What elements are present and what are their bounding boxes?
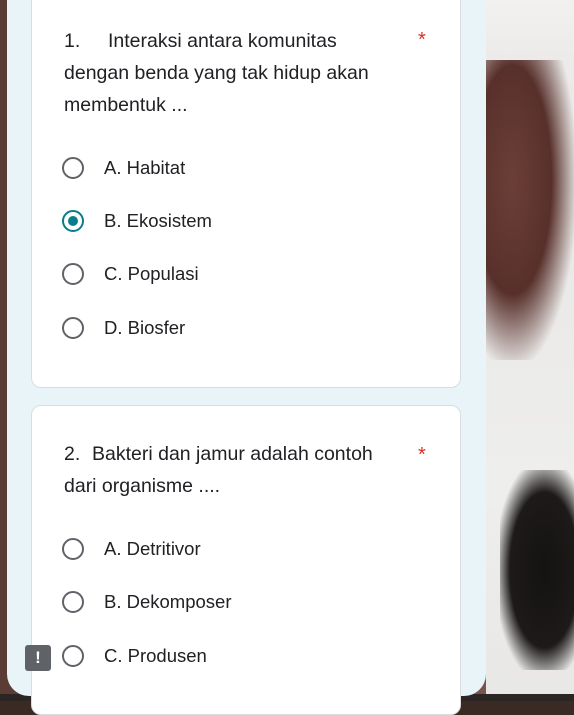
option-label: C. Populasi — [104, 263, 199, 284]
question-card-1: 1. Interaksi antara komunitas dengan bend… — [31, 0, 461, 388]
question-2-number: 2. — [64, 443, 81, 465]
option-biosfer[interactable]: D. Biosfer — [62, 310, 185, 346]
radio-button[interactable] — [62, 157, 84, 179]
radio-button[interactable] — [62, 591, 84, 613]
radio-button-selected[interactable] — [62, 210, 84, 232]
required-asterisk: * — [418, 444, 426, 466]
question-1-body: Interaksi antara komunitas dengan benda … — [64, 30, 369, 116]
background-sleeve — [486, 60, 574, 360]
option-label: B. Dekomposer — [104, 591, 232, 612]
question-2-text: 2. Bakteri dan jamur adalah contoh dari o… — [64, 438, 409, 502]
radio-button[interactable] — [62, 263, 84, 285]
required-asterisk: * — [418, 29, 426, 51]
question-2-body: Bakteri dan jamur adalah contoh dari org… — [64, 443, 373, 497]
option-dekomposer[interactable]: B. Dekomposer — [62, 584, 232, 620]
background-shadow — [500, 470, 574, 670]
option-label: C. Produsen — [104, 645, 207, 666]
option-produsen[interactable]: C. Produsen — [62, 638, 207, 674]
radio-button[interactable] — [62, 645, 84, 667]
option-label: B. Ekosistem — [104, 210, 212, 231]
option-populasi[interactable]: C. Populasi — [62, 256, 199, 292]
option-label: A. Habitat — [104, 157, 186, 178]
radio-button[interactable] — [62, 317, 84, 339]
report-alert-icon[interactable]: ! — [25, 645, 51, 671]
option-label: D. Biosfer — [104, 317, 186, 338]
question-1-number: 1. — [64, 30, 81, 52]
option-habitat[interactable]: A. Habitat — [62, 150, 185, 186]
question-card-2: 2. Bakteri dan jamur adalah contoh dari o… — [31, 405, 461, 715]
question-1-text: 1. Interaksi antara komunitas dengan bend… — [64, 25, 404, 121]
option-detritivor[interactable]: A. Detritivor — [62, 531, 201, 567]
option-ekosistem[interactable]: B. Ekosistem — [62, 203, 212, 239]
option-label: A. Detritivor — [104, 538, 201, 559]
radio-button[interactable] — [62, 538, 84, 560]
